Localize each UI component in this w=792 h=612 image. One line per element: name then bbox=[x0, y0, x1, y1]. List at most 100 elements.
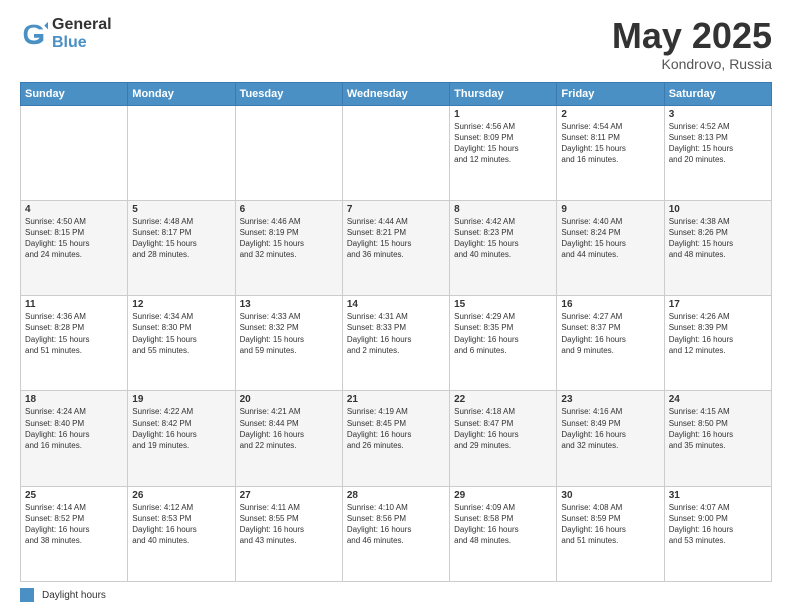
title-month: May 2025 bbox=[612, 16, 772, 56]
day-cell: 19Sunrise: 4:22 AM Sunset: 8:42 PM Dayli… bbox=[128, 391, 235, 486]
logo-general: General bbox=[52, 16, 112, 34]
legend-box bbox=[20, 588, 34, 602]
day-number: 11 bbox=[25, 299, 123, 310]
day-info: Sunrise: 4:22 AM Sunset: 8:42 PM Dayligh… bbox=[132, 406, 230, 451]
day-number: 27 bbox=[240, 490, 338, 501]
day-info: Sunrise: 4:52 AM Sunset: 8:13 PM Dayligh… bbox=[669, 121, 767, 166]
day-info: Sunrise: 4:40 AM Sunset: 8:24 PM Dayligh… bbox=[561, 216, 659, 261]
day-number: 6 bbox=[240, 204, 338, 215]
title-block: May 2025 Kondrovo, Russia bbox=[612, 16, 772, 72]
day-cell: 28Sunrise: 4:10 AM Sunset: 8:56 PM Dayli… bbox=[342, 486, 449, 581]
header: General Blue May 2025 Kondrovo, Russia bbox=[20, 16, 772, 72]
day-cell: 16Sunrise: 4:27 AM Sunset: 8:37 PM Dayli… bbox=[557, 296, 664, 391]
day-cell: 18Sunrise: 4:24 AM Sunset: 8:40 PM Dayli… bbox=[21, 391, 128, 486]
day-number: 4 bbox=[25, 204, 123, 215]
day-cell: 7Sunrise: 4:44 AM Sunset: 8:21 PM Daylig… bbox=[342, 200, 449, 295]
day-info: Sunrise: 4:33 AM Sunset: 8:32 PM Dayligh… bbox=[240, 311, 338, 356]
week-row-3: 18Sunrise: 4:24 AM Sunset: 8:40 PM Dayli… bbox=[21, 391, 772, 486]
day-number: 9 bbox=[561, 204, 659, 215]
day-cell: 2Sunrise: 4:54 AM Sunset: 8:11 PM Daylig… bbox=[557, 105, 664, 200]
day-info: Sunrise: 4:46 AM Sunset: 8:19 PM Dayligh… bbox=[240, 216, 338, 261]
day-info: Sunrise: 4:18 AM Sunset: 8:47 PM Dayligh… bbox=[454, 406, 552, 451]
day-info: Sunrise: 4:50 AM Sunset: 8:15 PM Dayligh… bbox=[25, 216, 123, 261]
day-cell: 31Sunrise: 4:07 AM Sunset: 9:00 PM Dayli… bbox=[664, 486, 771, 581]
day-info: Sunrise: 4:07 AM Sunset: 9:00 PM Dayligh… bbox=[669, 502, 767, 547]
day-number: 22 bbox=[454, 394, 552, 405]
day-info: Sunrise: 4:56 AM Sunset: 8:09 PM Dayligh… bbox=[454, 121, 552, 166]
day-number: 21 bbox=[347, 394, 445, 405]
day-cell: 21Sunrise: 4:19 AM Sunset: 8:45 PM Dayli… bbox=[342, 391, 449, 486]
day-number: 31 bbox=[669, 490, 767, 501]
day-number: 28 bbox=[347, 490, 445, 501]
day-number: 3 bbox=[669, 109, 767, 120]
day-number: 8 bbox=[454, 204, 552, 215]
day-info: Sunrise: 4:10 AM Sunset: 8:56 PM Dayligh… bbox=[347, 502, 445, 547]
day-cell: 4Sunrise: 4:50 AM Sunset: 8:15 PM Daylig… bbox=[21, 200, 128, 295]
day-info: Sunrise: 4:44 AM Sunset: 8:21 PM Dayligh… bbox=[347, 216, 445, 261]
day-cell: 24Sunrise: 4:15 AM Sunset: 8:50 PM Dayli… bbox=[664, 391, 771, 486]
calendar-table: Sunday Monday Tuesday Wednesday Thursday… bbox=[20, 82, 772, 582]
logo-text: General Blue bbox=[52, 16, 112, 51]
week-row-4: 25Sunrise: 4:14 AM Sunset: 8:52 PM Dayli… bbox=[21, 486, 772, 581]
day-number: 13 bbox=[240, 299, 338, 310]
day-info: Sunrise: 4:11 AM Sunset: 8:55 PM Dayligh… bbox=[240, 502, 338, 547]
logo-icon bbox=[20, 20, 48, 48]
header-wednesday: Wednesday bbox=[342, 82, 449, 105]
day-info: Sunrise: 4:09 AM Sunset: 8:58 PM Dayligh… bbox=[454, 502, 552, 547]
header-tuesday: Tuesday bbox=[235, 82, 342, 105]
day-number: 16 bbox=[561, 299, 659, 310]
day-cell: 26Sunrise: 4:12 AM Sunset: 8:53 PM Dayli… bbox=[128, 486, 235, 581]
header-thursday: Thursday bbox=[450, 82, 557, 105]
day-number: 12 bbox=[132, 299, 230, 310]
day-info: Sunrise: 4:24 AM Sunset: 8:40 PM Dayligh… bbox=[25, 406, 123, 451]
day-cell: 25Sunrise: 4:14 AM Sunset: 8:52 PM Dayli… bbox=[21, 486, 128, 581]
day-cell: 13Sunrise: 4:33 AM Sunset: 8:32 PM Dayli… bbox=[235, 296, 342, 391]
title-location: Kondrovo, Russia bbox=[612, 56, 772, 72]
page: General Blue May 2025 Kondrovo, Russia S… bbox=[0, 0, 792, 612]
day-cell: 17Sunrise: 4:26 AM Sunset: 8:39 PM Dayli… bbox=[664, 296, 771, 391]
day-cell bbox=[235, 105, 342, 200]
day-number: 5 bbox=[132, 204, 230, 215]
day-number: 10 bbox=[669, 204, 767, 215]
day-cell: 14Sunrise: 4:31 AM Sunset: 8:33 PM Dayli… bbox=[342, 296, 449, 391]
day-info: Sunrise: 4:31 AM Sunset: 8:33 PM Dayligh… bbox=[347, 311, 445, 356]
day-cell: 29Sunrise: 4:09 AM Sunset: 8:58 PM Dayli… bbox=[450, 486, 557, 581]
day-cell: 23Sunrise: 4:16 AM Sunset: 8:49 PM Dayli… bbox=[557, 391, 664, 486]
header-sunday: Sunday bbox=[21, 82, 128, 105]
day-cell bbox=[342, 105, 449, 200]
day-cell: 8Sunrise: 4:42 AM Sunset: 8:23 PM Daylig… bbox=[450, 200, 557, 295]
week-row-2: 11Sunrise: 4:36 AM Sunset: 8:28 PM Dayli… bbox=[21, 296, 772, 391]
day-cell: 27Sunrise: 4:11 AM Sunset: 8:55 PM Dayli… bbox=[235, 486, 342, 581]
day-cell: 12Sunrise: 4:34 AM Sunset: 8:30 PM Dayli… bbox=[128, 296, 235, 391]
logo: General Blue bbox=[20, 16, 112, 51]
day-cell: 11Sunrise: 4:36 AM Sunset: 8:28 PM Dayli… bbox=[21, 296, 128, 391]
day-info: Sunrise: 4:27 AM Sunset: 8:37 PM Dayligh… bbox=[561, 311, 659, 356]
header-friday: Friday bbox=[557, 82, 664, 105]
day-info: Sunrise: 4:54 AM Sunset: 8:11 PM Dayligh… bbox=[561, 121, 659, 166]
day-cell: 6Sunrise: 4:46 AM Sunset: 8:19 PM Daylig… bbox=[235, 200, 342, 295]
day-cell: 30Sunrise: 4:08 AM Sunset: 8:59 PM Dayli… bbox=[557, 486, 664, 581]
day-info: Sunrise: 4:12 AM Sunset: 8:53 PM Dayligh… bbox=[132, 502, 230, 547]
day-info: Sunrise: 4:48 AM Sunset: 8:17 PM Dayligh… bbox=[132, 216, 230, 261]
day-cell: 20Sunrise: 4:21 AM Sunset: 8:44 PM Dayli… bbox=[235, 391, 342, 486]
logo-blue: Blue bbox=[52, 34, 112, 52]
header-saturday: Saturday bbox=[664, 82, 771, 105]
day-cell: 9Sunrise: 4:40 AM Sunset: 8:24 PM Daylig… bbox=[557, 200, 664, 295]
day-number: 30 bbox=[561, 490, 659, 501]
day-info: Sunrise: 4:42 AM Sunset: 8:23 PM Dayligh… bbox=[454, 216, 552, 261]
day-cell: 22Sunrise: 4:18 AM Sunset: 8:47 PM Dayli… bbox=[450, 391, 557, 486]
day-number: 29 bbox=[454, 490, 552, 501]
day-cell: 5Sunrise: 4:48 AM Sunset: 8:17 PM Daylig… bbox=[128, 200, 235, 295]
day-cell bbox=[128, 105, 235, 200]
day-cell: 10Sunrise: 4:38 AM Sunset: 8:26 PM Dayli… bbox=[664, 200, 771, 295]
day-info: Sunrise: 4:19 AM Sunset: 8:45 PM Dayligh… bbox=[347, 406, 445, 451]
header-monday: Monday bbox=[128, 82, 235, 105]
day-info: Sunrise: 4:21 AM Sunset: 8:44 PM Dayligh… bbox=[240, 406, 338, 451]
day-number: 2 bbox=[561, 109, 659, 120]
day-number: 1 bbox=[454, 109, 552, 120]
day-number: 23 bbox=[561, 394, 659, 405]
day-info: Sunrise: 4:38 AM Sunset: 8:26 PM Dayligh… bbox=[669, 216, 767, 261]
day-info: Sunrise: 4:16 AM Sunset: 8:49 PM Dayligh… bbox=[561, 406, 659, 451]
week-row-1: 4Sunrise: 4:50 AM Sunset: 8:15 PM Daylig… bbox=[21, 200, 772, 295]
footer: Daylight hours bbox=[20, 588, 772, 602]
